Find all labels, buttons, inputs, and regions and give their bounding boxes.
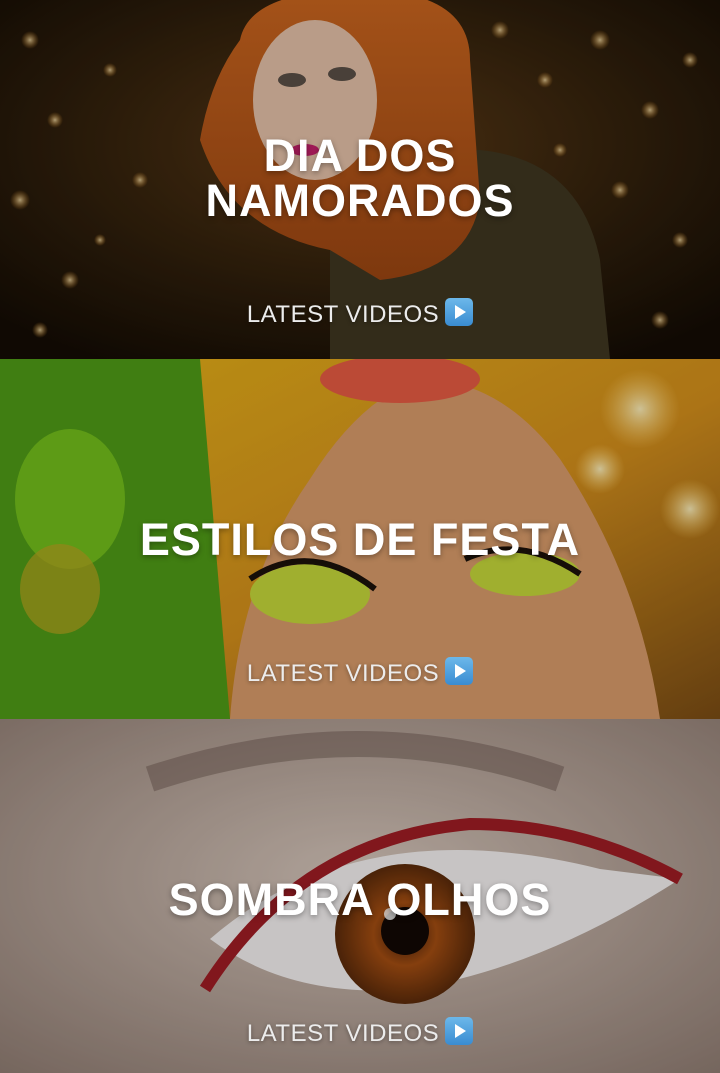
category-banner-dia-dos-namorados[interactable]: DIA DOS NAMORADOS LATEST VIDEOS <box>0 0 720 359</box>
category-banner-estilos-de-festa[interactable]: ESTILOS DE FESTA LATEST VIDEOS <box>0 359 720 719</box>
banner-title: SOMBRA OLHOS <box>168 874 552 925</box>
banner-title: ESTILOS DE FESTA <box>139 514 581 565</box>
latest-videos-link[interactable]: LATEST VIDEOS <box>0 657 720 689</box>
play-button-icon <box>445 657 474 685</box>
banner-title: DIA DOS NAMORADOS <box>205 130 515 226</box>
category-feed: DIA DOS NAMORADOS LATEST VIDEOS ESTILOS … <box>0 0 720 1073</box>
latest-videos-link[interactable]: LATEST VIDEOS <box>0 1017 720 1049</box>
play-button-icon <box>445 298 474 326</box>
latest-videos-label: LATEST VIDEOS <box>246 660 440 687</box>
category-banner-sombra-olhos[interactable]: SOMBRA OLHOS LATEST VIDEOS <box>0 719 720 1073</box>
latest-videos-label: LATEST VIDEOS <box>246 301 440 328</box>
latest-videos-label: LATEST VIDEOS <box>246 1020 440 1047</box>
latest-videos-link[interactable]: LATEST VIDEOS <box>0 298 720 330</box>
play-button-icon <box>445 1017 474 1045</box>
